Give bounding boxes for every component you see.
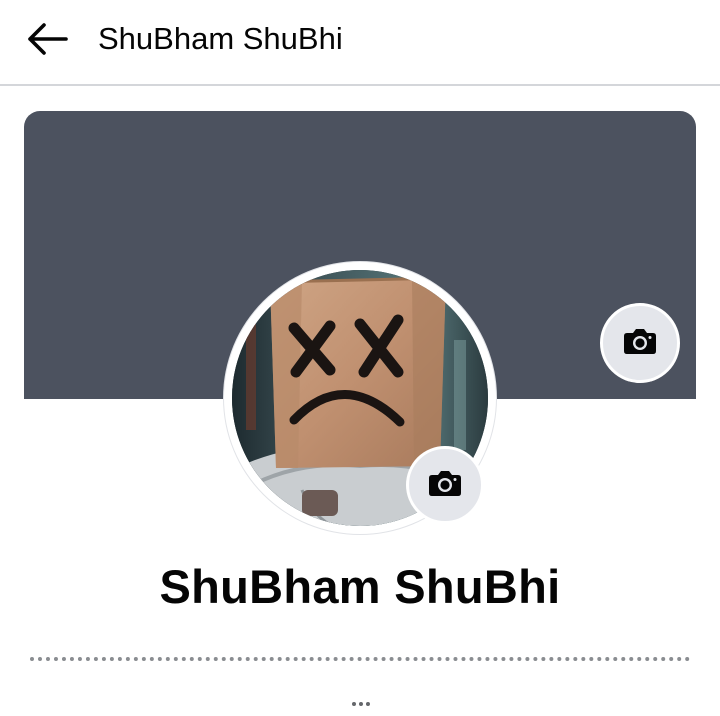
profile-name: ShuBham ShuBhi [159,560,561,613]
dotted-divider [30,657,690,661]
top-app-bar: ShuBham ShuBhi [0,0,720,86]
header-title: ShuBham ShuBhi [98,21,343,56]
edit-cover-photo-button[interactable] [600,303,680,383]
back-button[interactable] [20,16,74,62]
camera-icon [623,327,657,360]
camera-icon [428,469,462,502]
edit-profile-picture-button[interactable] [406,446,484,524]
more-dots-icon [352,702,370,706]
arrow-left-icon [26,22,68,56]
